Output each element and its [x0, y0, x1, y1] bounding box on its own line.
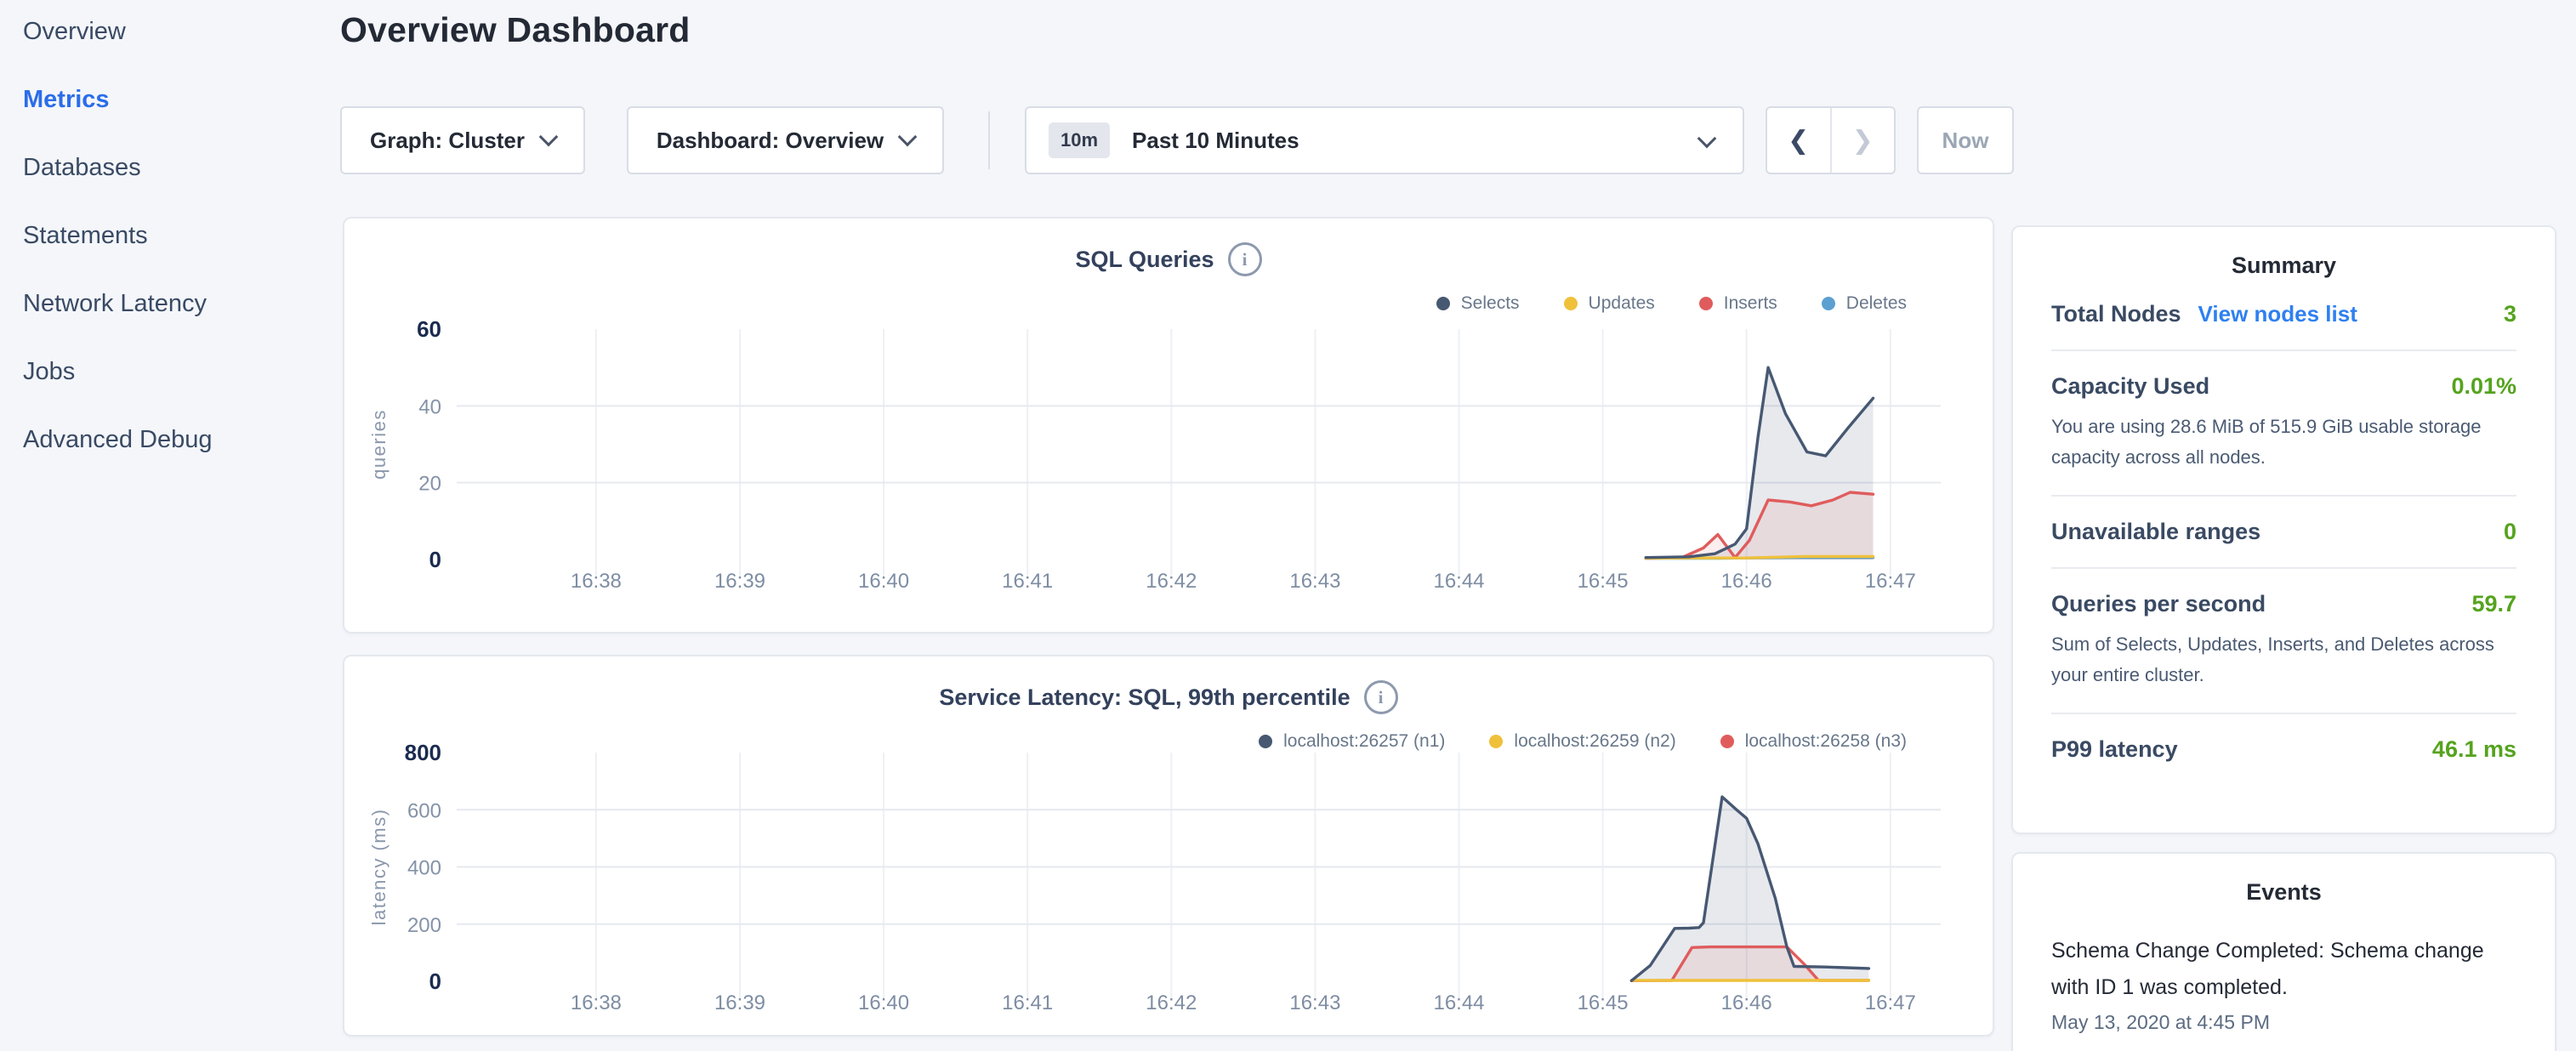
- time-back-button[interactable]: ❮: [1767, 108, 1832, 173]
- service-latency-chart-card: Service Latency: SQL, 99th percentileilo…: [343, 655, 1994, 1037]
- sql-queries-chart-card: SQL QueriesiSelectsUpdatesInsertsDeletes…: [343, 217, 1994, 633]
- summary-row-queries-per-second: Queries per second 59.7 Sum of Selects, Up…: [2051, 591, 2516, 690]
- summary-description: You are using 28.6 MiB of 515.9 GiB usab…: [2051, 412, 2516, 473]
- summary-value: 3: [2504, 301, 2516, 327]
- events-title: Events: [2051, 879, 2516, 906]
- summary-value: 0.01%: [2451, 373, 2516, 400]
- sidebar-nav: Overview Metrics Databases Statements Networ…: [23, 17, 323, 454]
- svg-text:16:43: 16:43: [1289, 991, 1340, 1014]
- sql-queries-plot[interactable]: 0204060queries16:3816:3916:4016:4116:421…: [344, 219, 1993, 632]
- summary-panel: Summary Total Nodes View nodes list 3 Capac…: [2011, 225, 2556, 834]
- svg-text:16:42: 16:42: [1146, 991, 1197, 1014]
- sidebar-item-metrics[interactable]: Metrics: [23, 85, 323, 114]
- svg-text:600: 600: [407, 799, 441, 822]
- divider: [2051, 567, 2516, 569]
- view-nodes-list-link[interactable]: View nodes list: [2198, 301, 2357, 327]
- summary-row-capacity-used: Capacity Used 0.01% You are using 28.6 MiB…: [2051, 373, 2516, 473]
- svg-text:16:40: 16:40: [858, 991, 909, 1014]
- svg-text:16:45: 16:45: [1578, 991, 1629, 1014]
- svg-text:16:44: 16:44: [1433, 570, 1484, 593]
- summary-value: 0: [2504, 519, 2516, 545]
- toolbar-divider: [988, 111, 990, 169]
- event-item-text: Schema Change Completed: Schema change w…: [2051, 933, 2516, 1006]
- svg-text:0: 0: [429, 969, 441, 994]
- chevron-down-icon: [1697, 129, 1717, 149]
- x-axis: 16:38 16:39 16:40 16:41 16:42 16:43 16:44 16:45…: [571, 570, 1916, 593]
- summary-title: Summary: [2051, 253, 2516, 279]
- events-list: Schema Change Completed: Schema change w…: [2051, 933, 2516, 1034]
- svg-text:40: 40: [418, 395, 441, 418]
- events-panel: Events Schema Change Completed: Schema c…: [2011, 852, 2556, 1051]
- summary-value: 46.1 ms: [2432, 736, 2516, 763]
- sidebar: Overview Metrics Databases Statements Networ…: [0, 0, 323, 1051]
- svg-text:16:42: 16:42: [1146, 570, 1197, 593]
- y-axis: 0 20 40 60 queries: [368, 316, 441, 572]
- svg-text:0: 0: [429, 547, 441, 572]
- event-item-timestamp: May 13, 2020 at 4:45 PM: [2051, 1011, 2516, 1034]
- dashboard-selector-dropdown[interactable]: Dashboard: Overview: [627, 106, 944, 174]
- sidebar-item-network-latency[interactable]: Network Latency: [23, 289, 323, 318]
- svg-text:16:40: 16:40: [858, 570, 909, 593]
- summary-description: Sum of Selects, Updates, Inserts, and De…: [2051, 629, 2516, 690]
- time-range-label: Past 10 Minutes: [1132, 128, 1299, 154]
- time-step-buttons: ❮ ❯: [1766, 106, 1896, 174]
- time-range-badge: 10m: [1049, 122, 1110, 158]
- svg-text:16:39: 16:39: [714, 991, 765, 1014]
- svg-text:16:47: 16:47: [1865, 570, 1916, 593]
- svg-text:800: 800: [405, 740, 441, 765]
- now-button[interactable]: Now: [1917, 106, 2014, 174]
- time-forward-button[interactable]: ❯: [1832, 108, 1895, 173]
- now-button-label: Now: [1942, 128, 1989, 154]
- x-axis: 16:38 16:39 16:40 16:41 16:42 16:43 16:44 16:45…: [571, 991, 1916, 1014]
- sidebar-item-jobs[interactable]: Jobs: [23, 357, 323, 386]
- summary-row-p99-latency: P99 latency 46.1 ms: [2051, 736, 2516, 763]
- summary-row-total-nodes: Total Nodes View nodes list 3: [2051, 301, 2516, 327]
- svg-text:16:46: 16:46: [1721, 570, 1772, 593]
- divider: [2051, 349, 2516, 351]
- divider: [2051, 495, 2516, 497]
- sidebar-item-advanced-debug[interactable]: Advanced Debug: [23, 425, 323, 454]
- y-axis: 0 200 400 600 800 latency (ms): [368, 740, 441, 994]
- svg-text:16:38: 16:38: [571, 991, 622, 1014]
- svg-text:16:47: 16:47: [1865, 991, 1916, 1014]
- summary-label: Queries per second: [2051, 591, 2266, 617]
- dashboard-selector-label: Dashboard: Overview: [657, 128, 884, 154]
- chevron-down-icon: [539, 128, 559, 147]
- svg-text:16:41: 16:41: [1002, 991, 1053, 1014]
- graph-selector-dropdown[interactable]: Graph: Cluster: [340, 106, 585, 174]
- divider: [2051, 713, 2516, 714]
- summary-label: Total Nodes: [2051, 301, 2181, 327]
- svg-text:16:39: 16:39: [714, 570, 765, 593]
- summary-label: P99 latency: [2051, 736, 2178, 763]
- svg-text:16:45: 16:45: [1578, 570, 1629, 593]
- summary-row-unavailable-ranges: Unavailable ranges 0: [2051, 519, 2516, 545]
- service-latency-sql-99th-percentile-plot[interactable]: 0 200 400 600 800 latency (ms) 16:38 16:39 16:40…: [344, 656, 1993, 1035]
- sidebar-item-overview[interactable]: Overview: [23, 17, 323, 46]
- time-range-dropdown[interactable]: 10m Past 10 Minutes: [1025, 106, 1744, 174]
- svg-text:latency (ms): latency (ms): [368, 809, 390, 926]
- sidebar-item-statements[interactable]: Statements: [23, 221, 323, 250]
- sidebar-item-databases[interactable]: Databases: [23, 153, 323, 182]
- svg-text:16:44: 16:44: [1433, 991, 1484, 1014]
- summary-label: Unavailable ranges: [2051, 519, 2260, 545]
- svg-text:16:38: 16:38: [571, 570, 622, 593]
- svg-text:400: 400: [407, 857, 441, 880]
- summary-value: 59.7: [2471, 591, 2516, 617]
- svg-text:16:43: 16:43: [1289, 570, 1340, 593]
- app-root: Overview Metrics Databases Statements Networ…: [0, 0, 2576, 1051]
- svg-text:16:46: 16:46: [1721, 991, 1772, 1014]
- chevron-down-icon: [898, 128, 918, 147]
- page-title: Overview Dashboard: [340, 10, 690, 50]
- svg-text:queries: queries: [368, 409, 390, 480]
- summary-label: Capacity Used: [2051, 373, 2209, 400]
- svg-text:16:41: 16:41: [1002, 570, 1053, 593]
- svg-text:200: 200: [407, 914, 441, 937]
- svg-text:20: 20: [418, 473, 441, 496]
- graph-selector-label: Graph: Cluster: [370, 128, 525, 154]
- svg-text:60: 60: [417, 316, 441, 342]
- summary-rows: Total Nodes View nodes list 3 Capacity Used…: [2051, 301, 2516, 763]
